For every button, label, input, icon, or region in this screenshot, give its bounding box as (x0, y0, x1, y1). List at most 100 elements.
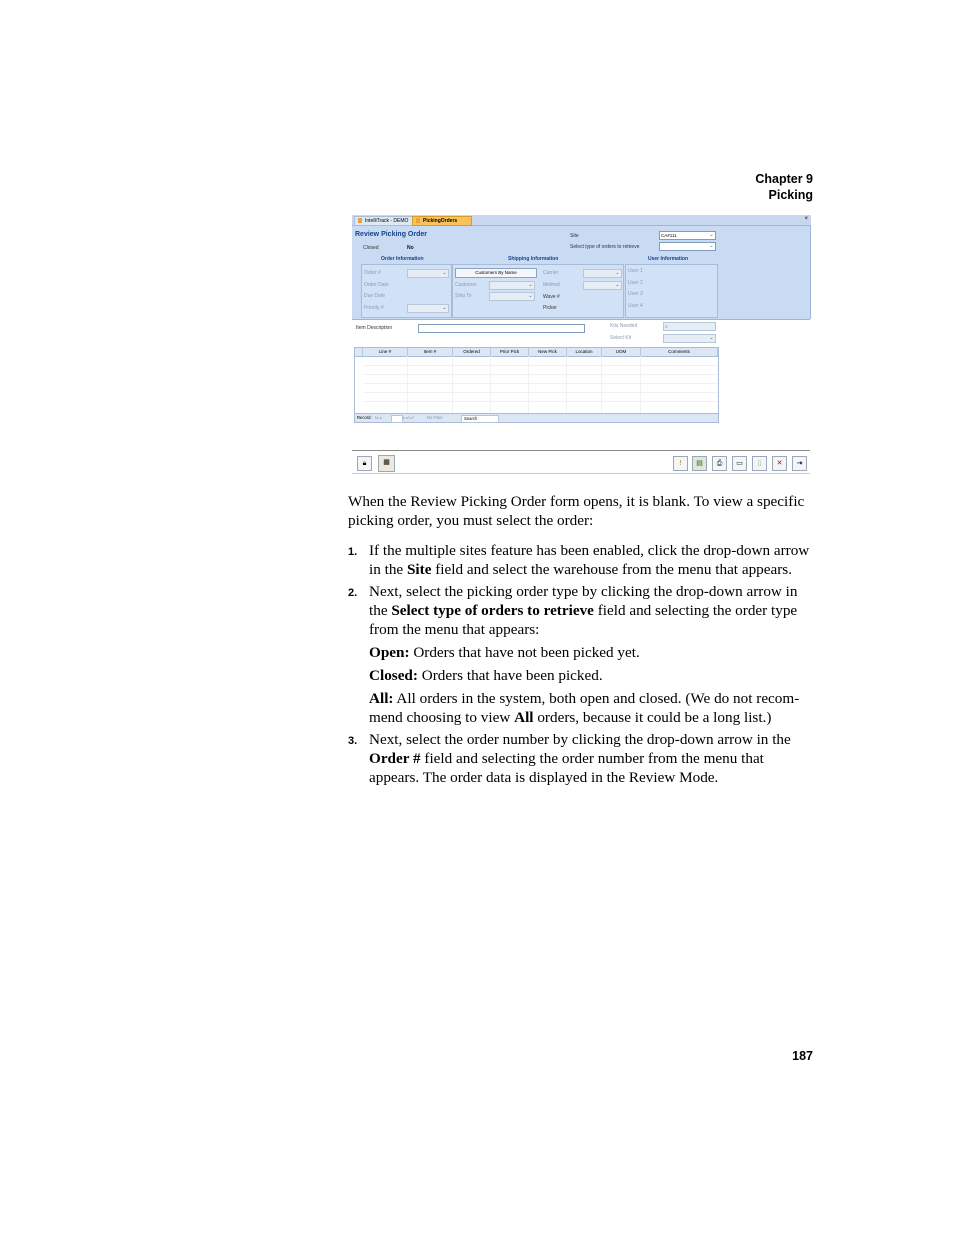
running-header: Chapter 9 Picking (755, 171, 813, 203)
ship-to-dropdown[interactable]: ⌄ (489, 292, 535, 301)
user-4-label: User 4 (628, 303, 643, 309)
kits-needed-value: 0 (665, 324, 668, 329)
method-label: Method (543, 282, 560, 288)
delete-icon[interactable]: ▯ (752, 456, 767, 471)
record-label: Record: (357, 415, 372, 420)
exit-icon[interactable]: ⇥ (792, 456, 807, 471)
tab-picking-orders[interactable]: PickingOrders (412, 216, 472, 226)
close-icon[interactable]: ✕ (772, 456, 787, 471)
form-title: Review Picking Order (355, 231, 427, 238)
order-number-dropdown[interactable]: ⌄ (407, 269, 449, 278)
step-number: 3. (348, 735, 358, 747)
form-toolbar: 🔒︎ ▦ ! ▤ ⎙ ▭ ▯ ✕ ⇥ (352, 450, 810, 474)
chevron-down-icon[interactable]: ⌄ (708, 243, 715, 250)
grid-row-line (363, 392, 718, 393)
print-icon[interactable]: ▭ (732, 456, 747, 471)
column-item-number[interactable]: Item # (408, 348, 453, 356)
wave-label: Wave # (543, 294, 560, 300)
customers-by-name-button[interactable]: Customers By Name (455, 268, 537, 278)
grid-column-line (490, 356, 491, 413)
chevron-down-icon[interactable]: ⌄ (527, 282, 534, 289)
lock-icon[interactable]: 🔒︎ (357, 456, 372, 471)
intro-paragraph: When the Review Picking Order form opens… (348, 493, 805, 529)
report-icon[interactable]: ▦ (378, 455, 395, 472)
grid-row-line (363, 365, 718, 366)
picker-label: Picker (543, 305, 557, 311)
column-line-number[interactable]: Line # (363, 348, 408, 356)
page-number: 187 (792, 1049, 813, 1063)
order-type-dropdown[interactable]: ⌄ (659, 242, 716, 251)
chevron-down-icon[interactable]: ⌄ (441, 305, 448, 312)
chevron-down-icon[interactable]: ⌄ (441, 270, 448, 277)
item-description-field[interactable] (418, 324, 585, 333)
method-dropdown[interactable]: ⌄ (583, 281, 622, 290)
form-icon (358, 218, 362, 223)
step-2: 2. Next, select the picking order type by… (348, 583, 798, 638)
grid-row-line (363, 374, 718, 375)
column-uom[interactable]: UOM (602, 348, 641, 356)
column-ordered[interactable]: Ordered (453, 348, 491, 356)
preview-icon[interactable]: ⎙ (712, 456, 727, 471)
chevron-down-icon[interactable]: ⌄ (708, 232, 715, 239)
order-information-title: Order Information (381, 256, 424, 262)
site-value: CA#111 (661, 233, 677, 238)
form-header-area: Review Picking Order Closed No Site CA#1… (352, 226, 811, 319)
site-dropdown[interactable]: CA#111 ⌄ (659, 231, 716, 240)
closed-label: Closed (363, 245, 379, 251)
column-new-pick[interactable]: New Pick (529, 348, 567, 356)
chevron-down-icon[interactable]: ⌄ (527, 293, 534, 300)
select-all-icon[interactable] (355, 348, 363, 356)
nav-next-last-new-buttons[interactable]: ▸ ▸I ▸* (403, 414, 414, 422)
column-comments[interactable]: Comments (641, 348, 718, 356)
user-information-group: User 1 User 2 User 3 User 4 (625, 264, 718, 318)
site-label: Site (570, 233, 579, 239)
review-picking-order-screenshot: IntelliTrack - DEMO PickingOrders × Revi… (352, 215, 811, 475)
carrier-label: Carrier (543, 270, 559, 276)
order-information-group: Order # ⌄ Order Date Due Date Priority #… (361, 264, 452, 318)
close-icon[interactable]: × (804, 215, 808, 224)
grid-column-line (640, 356, 641, 413)
grid-row-line (363, 383, 718, 384)
chevron-down-icon[interactable]: ⌄ (614, 282, 621, 289)
column-location[interactable]: Location (567, 348, 602, 356)
pick-lines-grid[interactable]: Line # Item # Ordered Prior Pick New Pic… (354, 347, 719, 423)
grid-column-line (407, 356, 408, 413)
kits-needed-field[interactable]: 0 (663, 322, 716, 331)
body-text: When the Review Picking Order form opens… (348, 492, 814, 790)
nav-first-prev-buttons[interactable]: I◂ ◂ (375, 414, 382, 422)
grid-column-line (601, 356, 602, 413)
option-open: Open: Orders that have not been picked y… (369, 644, 640, 661)
step-number: 1. (348, 546, 358, 558)
due-date-label: Due Date (364, 293, 386, 299)
shipping-information-title: Shipping Information (508, 256, 559, 262)
search-field[interactable]: Search (461, 415, 499, 423)
review-icon[interactable]: ▤ (692, 456, 707, 471)
tab-intellitrack-demo[interactable]: IntelliTrack - DEMO (354, 216, 420, 226)
grid-column-line (452, 356, 453, 413)
grid-column-line (566, 356, 567, 413)
column-prior-pick[interactable]: Prior Pick (491, 348, 529, 356)
record-number-field[interactable] (391, 415, 403, 423)
no-filter-button[interactable]: No Filter (427, 414, 443, 422)
item-description-label: Item Description (356, 325, 393, 331)
option-all: All: All orders in the system, both open… (369, 690, 800, 726)
user-2-label: User 2 (628, 280, 643, 286)
document-tab-bar: IntelliTrack - DEMO PickingOrders × (352, 215, 811, 226)
alert-icon[interactable]: ! (673, 456, 688, 471)
step-1: 1. If the multiple sites feature has been… (348, 542, 810, 578)
form-icon (416, 218, 420, 223)
shipping-information-group: Customers By Name Customer ⌄ Ship To ⌄ C… (452, 264, 624, 318)
grid-column-line (528, 356, 529, 413)
select-kit-label: Select Kit (610, 335, 632, 341)
step-3: 3. Next, select the order number by click… (348, 731, 791, 786)
select-kit-dropdown[interactable]: ⌄ (663, 334, 716, 343)
chevron-down-icon[interactable]: ⌄ (708, 335, 715, 342)
customer-dropdown[interactable]: ⌄ (489, 281, 535, 290)
priority-dropdown[interactable]: ⌄ (407, 304, 449, 313)
user-information-title: User Information (648, 256, 689, 262)
chapter-label: Chapter 9 (755, 172, 813, 186)
record-navigation-bar: Record: I◂ ◂ ▸ ▸I ▸* No Filter Search (355, 413, 718, 423)
user-1-label: User 1 (628, 268, 643, 274)
carrier-dropdown[interactable]: ⌄ (583, 269, 622, 278)
chevron-down-icon[interactable]: ⌄ (614, 270, 621, 277)
